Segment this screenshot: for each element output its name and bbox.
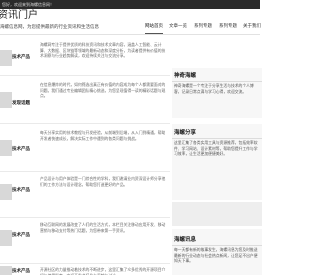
post-title[interactable]: 技术产品 bbox=[12, 268, 30, 274]
sidebar-panel: 海螺讯息 每一天都有新的故事发生，海螺讯息为您及时推送最新的行业动态与社会热点新… bbox=[172, 229, 262, 275]
sidebar-panel: 神奇海螺 神奇海螺是一个专注于分享生活与技术的个人博客，记录日常点滴与学习心得，… bbox=[172, 68, 262, 118]
post-thumbnail[interactable] bbox=[0, 50, 12, 66]
nav-item-articles[interactable]: 文章一览 bbox=[169, 21, 187, 33]
post-title[interactable]: 发现话题 bbox=[12, 100, 30, 106]
post-item[interactable]: 技术产品 开源社区的力量推动着技术的不断进步，这里汇集了众多优秀的开源项目介绍与… bbox=[0, 266, 170, 275]
nav-item-about[interactable]: 关于我们 bbox=[243, 21, 261, 33]
sidebar-panel-text: 这里汇集了各类实用工具与资源推荐，包括效率软件、学习网站、设计素材等，帮助您提升… bbox=[174, 140, 258, 156]
post-item[interactable]: 发现话题 在信息爆炸的时代，如何筛选出真正有价值的内容成为每个人都需要面对的问题… bbox=[0, 80, 170, 124]
sidebar-panel-text: 每一天都有新的故事发生，海螺讯息为您及时推送最新的行业动态与社会热点新闻，让您足… bbox=[174, 247, 258, 263]
sidebar-panel: 海螺分享 这里汇集了各类实用工具与资源推荐，包括效率软件、学习网站、设计素材等，… bbox=[172, 124, 262, 200]
panel-divider bbox=[172, 81, 262, 82]
top-bar-text: 您好，欢迎来到海螺信息网！ bbox=[2, 2, 54, 7]
post-thumbnail[interactable] bbox=[0, 230, 12, 246]
post-excerpt: 开源社区的力量推动着技术的不断进步，这里汇集了众多优秀的开源项目介绍与使用指南，… bbox=[40, 267, 166, 275]
post-thumbnail[interactable] bbox=[0, 140, 12, 156]
top-bar: 您好，欢迎来到海螺信息网！ bbox=[0, 0, 260, 9]
post-item[interactable]: 技术产品 产品设计与用户体验是一门综合性的学科，我们邀请业内资深设计师分享他们的… bbox=[0, 174, 170, 218]
header-divider bbox=[0, 34, 260, 35]
post-title[interactable]: 技术产品 bbox=[12, 187, 30, 193]
post-excerpt: 产品设计与用户体验是一门综合性的学科，我们邀请业内资深设计师分享他们的工作方法与… bbox=[40, 176, 166, 187]
post-excerpt: 移动互联网的发展改变了人们的生活方式，本栏目关注移动应用开发、移动营销与移动支付… bbox=[40, 222, 166, 233]
panel-divider bbox=[172, 138, 262, 139]
main-nav: 网站首页 文章一览 系列专题 系列专题 关于我们 bbox=[145, 21, 261, 34]
post-thumbnail[interactable] bbox=[0, 92, 12, 108]
sidebar-panel-text: 神奇海螺是一个专注于分享生活与技术的个人博客，记录日常点滴与学习心得，欢迎交流。 bbox=[174, 83, 254, 94]
post-item[interactable]: 技术产品 海螺网专注于提供优质的科技资讯和技术文章内容，涵盖人工智能、云计算、大… bbox=[0, 40, 170, 76]
nav-item-home[interactable]: 网站首页 bbox=[145, 21, 163, 34]
nav-item-series-1[interactable]: 系列专题 bbox=[194, 21, 212, 33]
nav-item-series-2[interactable]: 系列专题 bbox=[219, 21, 237, 33]
sidebar-panel-title[interactable]: 海螺分享 bbox=[174, 128, 196, 136]
post-title[interactable]: 技术产品 bbox=[12, 232, 30, 238]
post-thumbnail[interactable] bbox=[0, 184, 12, 200]
post-title[interactable]: 技术产品 bbox=[12, 54, 30, 60]
sidebar-panel-title[interactable]: 海螺讯息 bbox=[174, 235, 196, 243]
post-excerpt: 海螺网专注于提供优质的科技资讯和技术文章内容，涵盖人工智能、云计算、大数据、区块… bbox=[40, 42, 166, 58]
post-item[interactable]: 技术产品 每天分享实用的技术教程与开发经验，从前端到后端，从入门到精通，帮助开发… bbox=[0, 128, 170, 172]
site-title[interactable]: 资讯门户 bbox=[0, 9, 38, 23]
panel-divider bbox=[172, 245, 262, 246]
sidebar-ad-placeholder[interactable] bbox=[172, 202, 262, 226]
post-excerpt: 每天分享实用的技术教程与开发经验，从前端到后端，从入门到精通，帮助开发者快速成长… bbox=[40, 130, 166, 141]
post-excerpt: 在信息爆炸的时代，如何筛选出真正有价值的内容成为每个人都需要面对的问题。我们通过… bbox=[40, 82, 166, 98]
post-thumbnail[interactable] bbox=[0, 266, 12, 275]
sidebar-panel-title[interactable]: 神奇海螺 bbox=[174, 71, 196, 79]
post-title[interactable]: 技术产品 bbox=[12, 146, 30, 152]
post-item[interactable]: 技术产品 移动互联网的发展改变了人们的生活方式，本栏目关注移动应用开发、移动营销… bbox=[0, 220, 170, 264]
site-subtitle: 海螺信息网，为您提供最新的行业资讯和生活信息 bbox=[0, 25, 99, 30]
